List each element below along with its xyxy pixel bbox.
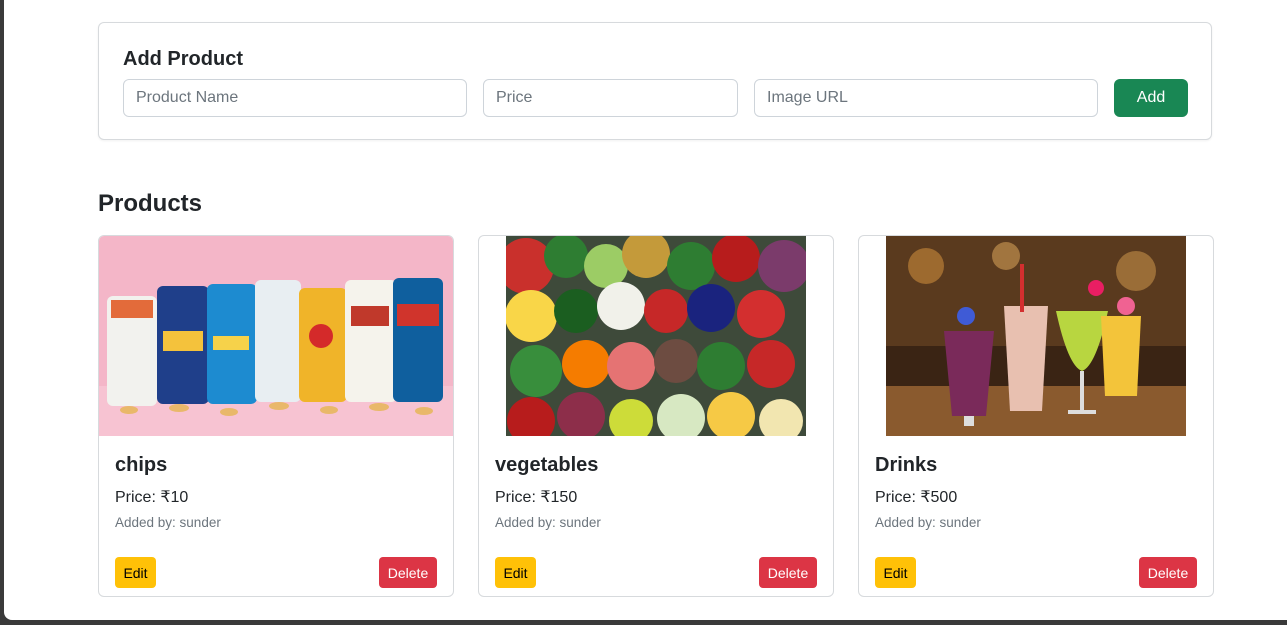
page: Add Product Add Products bbox=[4, 0, 1287, 620]
product-card-vegetables: vegetables Price: ₹150 Added by: sunder … bbox=[478, 235, 834, 597]
delete-button[interactable]: Delete bbox=[379, 557, 437, 588]
product-name: Drinks bbox=[875, 454, 938, 476]
image-url-input[interactable] bbox=[754, 79, 1098, 117]
product-card-drinks: Drinks Price: ₹500 Added by: sunder Edit… bbox=[858, 235, 1214, 597]
delete-button[interactable]: Delete bbox=[759, 557, 817, 588]
add-product-card: Add Product Add bbox=[98, 22, 1212, 140]
product-price: Price: ₹10 bbox=[115, 489, 189, 506]
product-image-chips bbox=[99, 236, 453, 436]
product-name-input[interactable] bbox=[123, 79, 467, 117]
add-button[interactable]: Add bbox=[1114, 79, 1188, 117]
product-card-chips: chips Price: ₹10 Added by: sunder Edit D… bbox=[98, 235, 454, 597]
product-image-vegetables bbox=[479, 236, 833, 436]
product-added-by: Added by: sunder bbox=[875, 515, 981, 530]
product-added-by: Added by: sunder bbox=[495, 515, 601, 530]
edit-button[interactable]: Edit bbox=[495, 557, 536, 588]
delete-button[interactable]: Delete bbox=[1139, 557, 1197, 588]
edit-button[interactable]: Edit bbox=[875, 557, 916, 588]
product-price: Price: ₹150 bbox=[495, 489, 578, 506]
product-name: vegetables bbox=[495, 454, 599, 476]
product-name: chips bbox=[115, 454, 168, 476]
price-input[interactable] bbox=[483, 79, 738, 117]
edit-button[interactable]: Edit bbox=[115, 557, 156, 588]
add-product-title: Add Product bbox=[123, 48, 243, 70]
product-image-drinks bbox=[859, 236, 1213, 436]
products-heading: Products bbox=[98, 190, 203, 217]
product-added-by: Added by: sunder bbox=[115, 515, 221, 530]
product-price: Price: ₹500 bbox=[875, 489, 958, 506]
